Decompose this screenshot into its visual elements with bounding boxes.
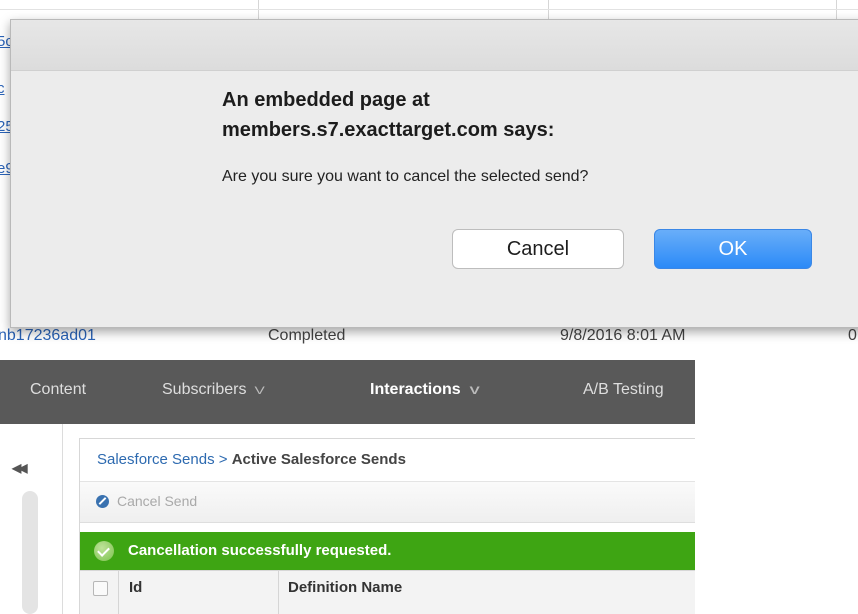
breadcrumb-current: Active Salesforce Sends [231,451,406,468]
toolbar: Cancel Send [80,482,695,523]
nav-item-label: Content [30,381,87,398]
breadcrumb: Salesforce Sends > Active Salesforce Sen… [97,451,406,468]
table-cell-count: 0 [848,327,857,344]
success-banner: Cancellation successfully requested. [80,532,695,570]
select-all-checkbox[interactable] [93,581,108,596]
sidebar-divider [62,424,63,614]
table-cell-status: Completed [268,327,346,344]
dialog-message: Are you sure you want to cancel the sele… [222,168,589,185]
column-divider [278,571,279,614]
sidebar-scrollbar[interactable] [22,491,38,614]
dialog-heading-line: An embedded page at [222,89,430,111]
cancel-send-label: Cancel Send [117,493,198,509]
nav-item-label: Subscribers [162,381,247,398]
table-cell-date: 9/8/2016 8:01 AM [560,327,686,344]
nav-item-label: A/B Testing [583,381,664,398]
success-message: Cancellation successfully requested. [128,542,392,559]
nav-item-interactions[interactable]: Interactions V [370,381,480,399]
nav-item-label: Interactions [370,381,461,398]
column-header-definition-name[interactable]: Definition Name [288,579,402,596]
ok-button[interactable]: OK [654,229,812,269]
collapse-sidebar-icon[interactable]: ◀◀ [12,461,28,475]
dialog-titlebar[interactable] [11,20,858,71]
chevron-down-icon: V [469,385,480,397]
dialog-heading-line: members.s7.exacttarget.com says: [222,119,555,141]
confirm-dialog-screenshot: 5c c 25 e9 nb17236ad01 Completed 9/8/201… [0,0,858,347]
table-header: Id Definition Name [80,570,695,614]
cancel-button[interactable]: Cancel [452,229,624,269]
breadcrumb-link-salesforce-sends[interactable]: Salesforce Sends [97,451,215,468]
table-cell-id[interactable]: nb17236ad01 [0,327,96,345]
cancel-send-button[interactable]: Cancel Send [96,493,197,509]
check-circle-icon [94,541,114,561]
chevron-down-icon: V [255,385,266,397]
nav-item-ab-testing[interactable]: A/B Testing [583,381,664,399]
table-link-peek[interactable]: c [0,80,5,97]
top-navbar: Content Subscribers V Interactions V A/B T… [0,360,695,424]
nav-item-content[interactable]: Content [30,381,86,399]
sends-page-screenshot: Content Subscribers V Interactions V A/B T… [0,360,695,614]
breadcrumb-separator: > [214,451,232,468]
column-divider [118,571,119,614]
dialog-heading: An embedded page at members.s7.exacttarg… [222,85,802,145]
nav-item-subscribers[interactable]: Subscribers V [162,381,266,399]
table-row-divider [0,9,858,10]
content-panel: Salesforce Sends > Active Salesforce Sen… [79,438,695,614]
ban-icon [96,494,109,508]
column-header-id[interactable]: Id [129,579,142,596]
